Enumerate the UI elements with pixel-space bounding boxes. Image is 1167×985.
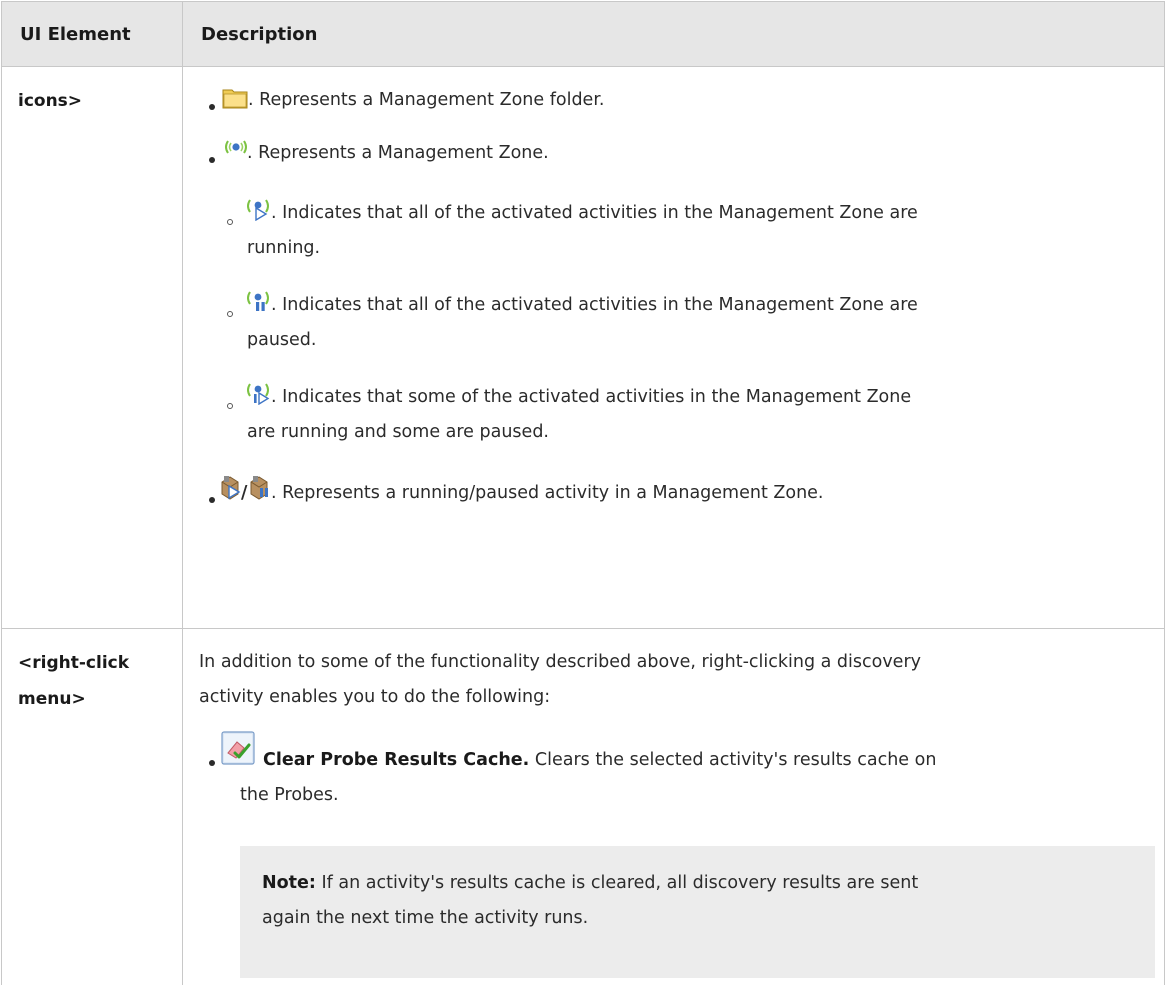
header-description: Description <box>201 24 318 45</box>
intro-text-line1: In addition to some of the functionality… <box>199 652 922 672</box>
row-label-right-click-line1: <right-click <box>18 653 130 673</box>
sub-bullet <box>227 403 233 409</box>
header-ui-element: UI Element <box>20 24 131 45</box>
sub-bullet <box>227 219 233 225</box>
column-divider <box>182 1 183 985</box>
management-zone-icon <box>223 138 249 162</box>
zone-paused-icon <box>246 289 272 317</box>
zone-running-icon <box>246 197 272 225</box>
note-text-line2: again the next time the activity runs. <box>262 908 589 928</box>
table-right-border <box>1164 66 1165 985</box>
bullet <box>209 157 215 163</box>
sub-bullet <box>227 311 233 317</box>
folder-icon <box>222 87 248 113</box>
activity-paused-icon <box>249 474 271 504</box>
zone-mixed-icon <box>246 381 272 409</box>
activity-running-icon <box>220 474 242 504</box>
clear-cache-title: Clear Probe Results Cache. <box>263 750 530 770</box>
row-label-icons: icons> <box>18 91 83 111</box>
table-header: UI Element Description <box>1 1 1165 67</box>
bullet <box>209 497 215 503</box>
note-text-line1: Note: If an activity's results cache is … <box>262 873 919 893</box>
clear-cache-icon <box>221 731 255 769</box>
row-divider <box>1 628 1165 629</box>
intro-text-line2: activity enables you to do the following… <box>199 687 551 707</box>
bullet <box>209 104 215 110</box>
bullet <box>209 760 215 766</box>
table-left-border <box>1 66 2 985</box>
row-label-right-click-line2: menu> <box>18 689 86 709</box>
